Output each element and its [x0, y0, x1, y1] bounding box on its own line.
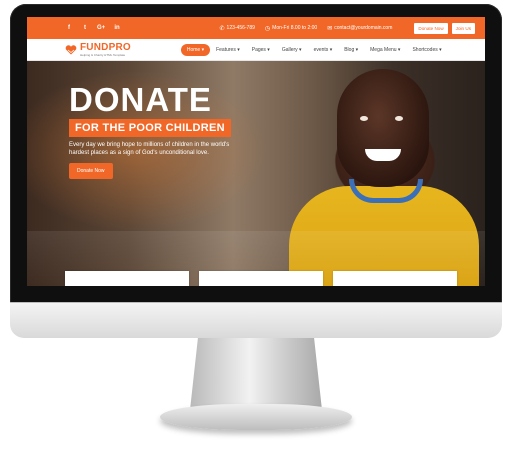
main-navigation: FUNDPRO Helping & Charity HTML Template … — [27, 39, 485, 61]
contact-info: ✆ 123-456-789 ◷ Mon-Fri 8.00 to 2:00 ✉ c… — [220, 25, 393, 32]
website-screen: f t G+ in ✆ 123-456-789 ◷ Mon-Fri 8.00 t… — [27, 17, 485, 286]
hero-subtitle: FOR THE POOR CHILDREN — [69, 119, 231, 137]
feature-card — [333, 271, 457, 286]
monitor-chin — [10, 302, 502, 338]
hero-description: Every day we bring hope to millions of c… — [69, 142, 230, 156]
join-us-button[interactable]: Join Us — [451, 22, 475, 34]
phone-icon: ✆ — [219, 25, 225, 32]
social-links: f t G+ in — [65, 25, 121, 31]
nav-item-events[interactable]: events ▾ — [308, 47, 339, 53]
nav-item-home[interactable]: Home ▾ — [180, 43, 211, 56]
facebook-icon[interactable]: f — [65, 25, 73, 31]
nav-menu: Home ▾ Features ▾ Pages ▾ Gallery ▾ even… — [180, 43, 448, 56]
brand-text: FUNDPRO Helping & Charity HTML Template — [80, 41, 131, 57]
nav-item-gallery[interactable]: Gallery ▾ — [276, 47, 308, 53]
twitter-icon[interactable]: t — [81, 25, 89, 31]
nav-item-mega-menu[interactable]: Mega Menu ▾ — [364, 47, 406, 53]
nav-item-blog[interactable]: Blog ▾ — [338, 47, 364, 53]
donate-now-button[interactable]: Donate Now — [69, 163, 113, 179]
feature-card — [65, 271, 189, 286]
brand-tagline: Helping & Charity HTML Template — [80, 52, 126, 57]
nav-item-shortcodes[interactable]: Shortcodes ▾ — [406, 47, 447, 53]
top-bar: f t G+ in ✆ 123-456-789 ◷ Mon-Fri 8.00 t… — [27, 17, 485, 39]
monitor-stand-neck — [190, 338, 322, 410]
monitor-stand-base — [160, 404, 352, 430]
monitor-mockup: f t G+ in ✆ 123-456-789 ◷ Mon-Fri 8.00 t… — [0, 0, 512, 454]
email-info: ✉ contact@yourdomain.com — [327, 25, 392, 32]
nav-item-features[interactable]: Features ▾ — [210, 47, 246, 53]
feature-card — [199, 271, 323, 286]
hero-title: DONATE — [69, 81, 212, 118]
hours-info: ◷ Mon-Fri 8.00 to 2:00 — [265, 25, 317, 32]
phone-info: ✆ 123-456-789 — [220, 25, 255, 32]
hours-text: Mon-Fri 8.00 to 2:00 — [272, 25, 318, 31]
clock-icon: ◷ — [264, 25, 271, 32]
google-plus-icon[interactable]: G+ — [97, 25, 105, 31]
nav-item-pages[interactable]: Pages ▾ — [246, 47, 276, 53]
phone-text: 123-456-789 — [226, 25, 255, 31]
brand-name: FUNDPRO — [80, 41, 131, 53]
email-link[interactable]: contact@yourdomain.com — [334, 25, 392, 31]
site-logo[interactable]: FUNDPRO Helping & Charity HTML Template — [65, 41, 131, 57]
linkedin-icon[interactable]: in — [113, 25, 121, 31]
donate-now-top-button[interactable]: Donate Now — [414, 22, 448, 34]
hero-image-child — [337, 69, 429, 187]
mail-icon: ✉ — [327, 25, 333, 32]
heart-hands-icon — [65, 44, 77, 55]
